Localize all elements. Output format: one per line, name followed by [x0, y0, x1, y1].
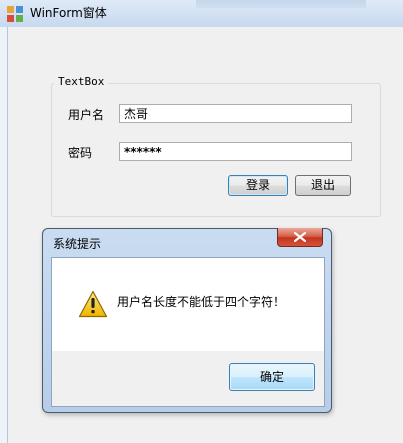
- username-input[interactable]: [119, 104, 352, 123]
- message-box-body: 用户名长度不能低于四个字符！ 确定: [51, 257, 325, 407]
- ok-button[interactable]: 确定: [229, 363, 315, 391]
- close-icon: [294, 232, 306, 242]
- password-label: 密码: [68, 146, 93, 160]
- close-button[interactable]: [277, 228, 323, 247]
- message-box: 系统提示 用户名长度不能低于四个字符！ 确定: [42, 228, 332, 413]
- groupbox-label: TextBox: [54, 75, 109, 89]
- username-label: 用户名: [68, 108, 105, 122]
- message-area: 用户名长度不能低于四个字符！: [52, 258, 324, 351]
- app-icon: [7, 6, 23, 22]
- message-text: 用户名长度不能低于四个字符！: [117, 295, 286, 309]
- warning-icon: [78, 290, 108, 318]
- password-input[interactable]: [119, 142, 352, 161]
- exit-button[interactable]: 退出: [295, 175, 351, 196]
- main-titlebar[interactable]: WinForm窗体: [0, 0, 403, 27]
- message-box-title: 系统提示: [53, 237, 102, 251]
- titlebar-background-ghost: [196, 0, 366, 8]
- window-title: WinForm窗体: [30, 6, 107, 20]
- login-button[interactable]: 登录: [228, 175, 288, 196]
